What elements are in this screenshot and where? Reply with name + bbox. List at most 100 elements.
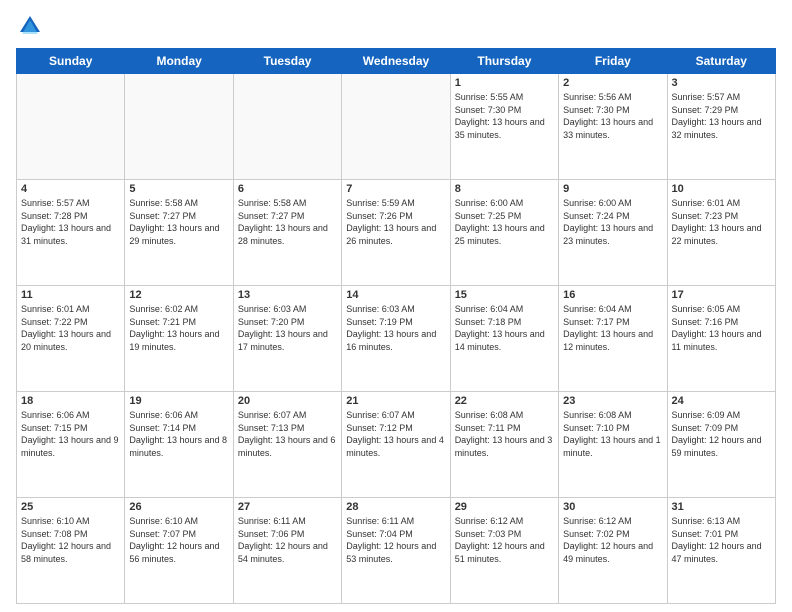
- calendar-cell: 3 Sunrise: 5:57 AMSunset: 7:29 PMDaylight…: [667, 74, 775, 180]
- day-number: 20: [238, 395, 337, 407]
- day-number: 14: [346, 289, 445, 301]
- day-info: Sunrise: 6:01 AMSunset: 7:23 PMDaylight:…: [672, 197, 771, 247]
- calendar-cell: 22 Sunrise: 6:08 AMSunset: 7:11 PMDayligh…: [450, 392, 558, 498]
- calendar-cell: 5 Sunrise: 5:58 AMSunset: 7:27 PMDaylight…: [125, 180, 233, 286]
- day-number: 25: [21, 501, 120, 513]
- day-info: Sunrise: 6:10 AMSunset: 7:07 PMDaylight:…: [129, 515, 228, 565]
- calendar: SundayMondayTuesdayWednesdayThursdayFrid…: [16, 48, 776, 604]
- calendar-cell: 26 Sunrise: 6:10 AMSunset: 7:07 PMDayligh…: [125, 498, 233, 604]
- day-info: Sunrise: 6:11 AMSunset: 7:06 PMDaylight:…: [238, 515, 337, 565]
- weekday-header: Thursday: [450, 49, 558, 74]
- day-number: 22: [455, 395, 554, 407]
- calendar-cell: 27Sunrise: 6:11 AMSunset: 7:06 PMDayligh…: [233, 498, 341, 604]
- calendar-cell: 6 Sunrise: 5:58 AMSunset: 7:27 PMDaylight…: [233, 180, 341, 286]
- day-number: 13: [238, 289, 337, 301]
- calendar-cell: 7 Sunrise: 5:59 AMSunset: 7:26 PMDaylight…: [342, 180, 450, 286]
- day-number: 8: [455, 183, 554, 195]
- day-info: Sunrise: 5:59 AMSunset: 7:26 PMDaylight:…: [346, 197, 445, 247]
- calendar-cell: [342, 74, 450, 180]
- day-info: Sunrise: 5:58 AMSunset: 7:27 PMDaylight:…: [129, 197, 228, 247]
- day-number: 21: [346, 395, 445, 407]
- day-number: 29: [455, 501, 554, 513]
- day-info: Sunrise: 5:55 AMSunset: 7:30 PMDaylight:…: [455, 91, 554, 141]
- calendar-week-row: 25Sunrise: 6:10 AMSunset: 7:08 PMDayligh…: [17, 498, 776, 604]
- weekday-header-row: SundayMondayTuesdayWednesdayThursdayFrid…: [17, 49, 776, 74]
- day-info: Sunrise: 6:00 AMSunset: 7:24 PMDaylight:…: [563, 197, 662, 247]
- day-number: 2: [563, 77, 662, 89]
- day-info: Sunrise: 6:09 AMSunset: 7:09 PMDaylight:…: [672, 409, 771, 459]
- day-number: 7: [346, 183, 445, 195]
- day-number: 16: [563, 289, 662, 301]
- day-info: Sunrise: 6:01 AMSunset: 7:22 PMDaylight:…: [21, 303, 120, 353]
- calendar-cell: 29 Sunrise: 6:12 AMSunset: 7:03 PMDayligh…: [450, 498, 558, 604]
- day-info: Sunrise: 5:57 AMSunset: 7:29 PMDaylight:…: [672, 91, 771, 141]
- day-number: 28: [346, 501, 445, 513]
- calendar-week-row: 4Sunrise: 5:57 AMSunset: 7:28 PMDaylight…: [17, 180, 776, 286]
- calendar-cell: 1Sunrise: 5:55 AMSunset: 7:30 PMDaylight…: [450, 74, 558, 180]
- day-number: 11: [21, 289, 120, 301]
- calendar-page: SundayMondayTuesdayWednesdayThursdayFrid…: [0, 0, 792, 612]
- day-number: 24: [672, 395, 771, 407]
- day-number: 18: [21, 395, 120, 407]
- calendar-cell: 2 Sunrise: 5:56 AMSunset: 7:30 PMDaylight…: [559, 74, 667, 180]
- calendar-week-row: 1Sunrise: 5:55 AMSunset: 7:30 PMDaylight…: [17, 74, 776, 180]
- calendar-week-row: 18 Sunrise: 6:06 AMSunset: 7:15 PMDayligh…: [17, 392, 776, 498]
- weekday-header: Tuesday: [233, 49, 341, 74]
- calendar-cell: 9 Sunrise: 6:00 AMSunset: 7:24 PMDaylight…: [559, 180, 667, 286]
- day-number: 5: [129, 183, 228, 195]
- day-info: Sunrise: 6:13 AMSunset: 7:01 PMDaylight:…: [672, 515, 771, 565]
- calendar-cell: 24 Sunrise: 6:09 AMSunset: 7:09 PMDayligh…: [667, 392, 775, 498]
- calendar-cell: 13 Sunrise: 6:03 AMSunset: 7:20 PMDayligh…: [233, 286, 341, 392]
- day-number: 3: [672, 77, 771, 89]
- calendar-cell: 23 Sunrise: 6:08 AMSunset: 7:10 PMDayligh…: [559, 392, 667, 498]
- calendar-week-row: 11 Sunrise: 6:01 AMSunset: 7:22 PMDayligh…: [17, 286, 776, 392]
- calendar-cell: 30 Sunrise: 6:12 AMSunset: 7:02 PMDayligh…: [559, 498, 667, 604]
- day-info: Sunrise: 6:06 AMSunset: 7:14 PMDaylight:…: [129, 409, 228, 459]
- day-info: Sunrise: 6:08 AMSunset: 7:10 PMDaylight:…: [563, 409, 662, 459]
- day-info: Sunrise: 6:11 AMSunset: 7:04 PMDaylight:…: [346, 515, 445, 565]
- calendar-cell: 15Sunrise: 6:04 AMSunset: 7:18 PMDayligh…: [450, 286, 558, 392]
- calendar-cell: [233, 74, 341, 180]
- calendar-cell: 10 Sunrise: 6:01 AMSunset: 7:23 PMDayligh…: [667, 180, 775, 286]
- day-info: Sunrise: 6:04 AMSunset: 7:17 PMDaylight:…: [563, 303, 662, 353]
- calendar-cell: 28 Sunrise: 6:11 AMSunset: 7:04 PMDayligh…: [342, 498, 450, 604]
- day-info: Sunrise: 6:03 AMSunset: 7:20 PMDaylight:…: [238, 303, 337, 353]
- day-number: 23: [563, 395, 662, 407]
- day-number: 26: [129, 501, 228, 513]
- calendar-cell: 12 Sunrise: 6:02 AMSunset: 7:21 PMDayligh…: [125, 286, 233, 392]
- day-info: Sunrise: 6:00 AMSunset: 7:25 PMDaylight:…: [455, 197, 554, 247]
- calendar-table: SundayMondayTuesdayWednesdayThursdayFrid…: [16, 48, 776, 604]
- day-info: Sunrise: 6:12 AMSunset: 7:02 PMDaylight:…: [563, 515, 662, 565]
- day-number: 15: [455, 289, 554, 301]
- calendar-cell: 14 Sunrise: 6:03 AMSunset: 7:19 PMDayligh…: [342, 286, 450, 392]
- day-info: Sunrise: 5:58 AMSunset: 7:27 PMDaylight:…: [238, 197, 337, 247]
- day-info: Sunrise: 6:08 AMSunset: 7:11 PMDaylight:…: [455, 409, 554, 459]
- calendar-cell: 11 Sunrise: 6:01 AMSunset: 7:22 PMDayligh…: [17, 286, 125, 392]
- day-number: 10: [672, 183, 771, 195]
- calendar-cell: [125, 74, 233, 180]
- day-info: Sunrise: 6:02 AMSunset: 7:21 PMDaylight:…: [129, 303, 228, 353]
- calendar-cell: 31 Sunrise: 6:13 AMSunset: 7:01 PMDayligh…: [667, 498, 775, 604]
- day-info: Sunrise: 6:12 AMSunset: 7:03 PMDaylight:…: [455, 515, 554, 565]
- logo: [16, 12, 48, 40]
- calendar-cell: 16 Sunrise: 6:04 AMSunset: 7:17 PMDayligh…: [559, 286, 667, 392]
- day-info: Sunrise: 6:06 AMSunset: 7:15 PMDaylight:…: [21, 409, 120, 459]
- weekday-header: Wednesday: [342, 49, 450, 74]
- weekday-header: Friday: [559, 49, 667, 74]
- calendar-cell: 17Sunrise: 6:05 AMSunset: 7:16 PMDayligh…: [667, 286, 775, 392]
- day-number: 4: [21, 183, 120, 195]
- day-number: 30: [563, 501, 662, 513]
- day-number: 9: [563, 183, 662, 195]
- day-info: Sunrise: 6:07 AMSunset: 7:12 PMDaylight:…: [346, 409, 445, 459]
- day-number: 19: [129, 395, 228, 407]
- day-number: 6: [238, 183, 337, 195]
- calendar-cell: [17, 74, 125, 180]
- calendar-cell: 18 Sunrise: 6:06 AMSunset: 7:15 PMDayligh…: [17, 392, 125, 498]
- day-number: 31: [672, 501, 771, 513]
- day-info: Sunrise: 6:07 AMSunset: 7:13 PMDaylight:…: [238, 409, 337, 459]
- calendar-cell: 4Sunrise: 5:57 AMSunset: 7:28 PMDaylight…: [17, 180, 125, 286]
- day-number: 12: [129, 289, 228, 301]
- day-info: Sunrise: 5:56 AMSunset: 7:30 PMDaylight:…: [563, 91, 662, 141]
- day-info: Sunrise: 6:03 AMSunset: 7:19 PMDaylight:…: [346, 303, 445, 353]
- weekday-header: Sunday: [17, 49, 125, 74]
